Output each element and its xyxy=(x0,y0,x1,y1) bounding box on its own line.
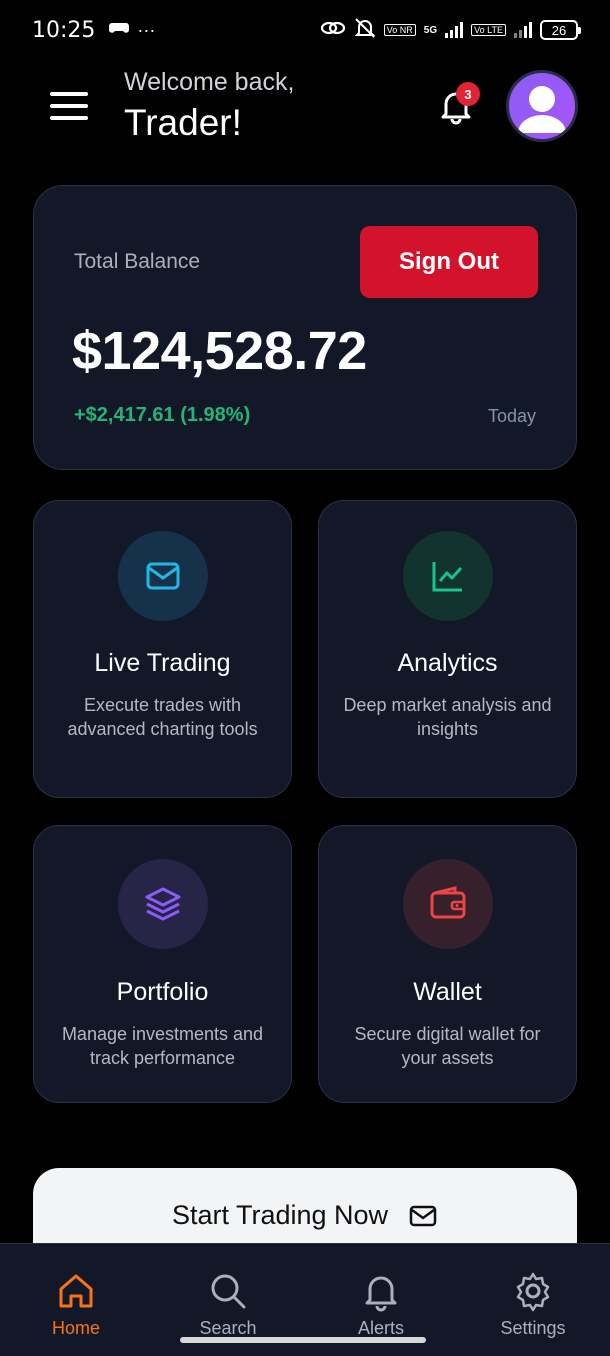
search-icon xyxy=(211,1274,246,1309)
menu-button[interactable] xyxy=(50,92,88,120)
status-time: 10:25 xyxy=(32,17,96,43)
wallet-icon xyxy=(403,859,493,949)
feature-card-analytics[interactable]: Analytics Deep market analysis and insig… xyxy=(318,500,577,798)
volte-tag: Vo NR xyxy=(383,24,416,36)
home-indicator[interactable] xyxy=(180,1337,426,1343)
avatar[interactable] xyxy=(506,70,578,142)
gear-icon xyxy=(516,1272,550,1312)
notification-badge: 3 xyxy=(456,82,480,106)
nav-label: Settings xyxy=(500,1318,566,1338)
balance-card: Total Balance Sign Out $124,528.72 +$2,4… xyxy=(33,185,577,470)
home-icon xyxy=(59,1274,93,1308)
feature-title: Live Trading xyxy=(94,649,231,677)
nav-label: Home xyxy=(51,1318,100,1338)
feature-title: Analytics xyxy=(397,649,498,677)
feature-desc: Deep market analysis and insights xyxy=(343,695,552,739)
signal-bars-icon xyxy=(445,22,464,38)
gamepad-icon xyxy=(109,20,130,41)
nav-settings[interactable]: Settings xyxy=(473,1270,593,1339)
bell-off-icon xyxy=(354,17,376,44)
link-icon xyxy=(320,19,346,42)
feature-title: Wallet xyxy=(413,978,482,1006)
mail-icon xyxy=(118,531,208,621)
more-dots: ··· xyxy=(137,19,156,40)
feature-card-portfolio[interactable]: Portfolio Manage investments and track p… xyxy=(33,825,292,1103)
mail-icon xyxy=(409,1205,437,1226)
user-name: Trader! xyxy=(124,102,242,143)
nav-search[interactable]: Search xyxy=(168,1270,288,1339)
nav-label: Search xyxy=(199,1318,257,1338)
feature-desc: Manage investments and track performance xyxy=(61,1024,264,1068)
feature-title: Portfolio xyxy=(116,978,209,1006)
welcome-text: Welcome back, xyxy=(124,68,295,96)
chart-line-icon xyxy=(403,531,493,621)
balance-change: +$2,417.61 (1.98%) xyxy=(74,404,251,426)
feature-desc: Execute trades with advanced charting to… xyxy=(67,695,258,739)
balance-label: Total Balance xyxy=(74,250,201,273)
nav-home[interactable]: Home xyxy=(16,1270,136,1339)
sign-out-button[interactable]: Sign Out xyxy=(360,226,538,298)
nav-alerts[interactable]: Alerts xyxy=(321,1270,441,1339)
battery-icon: 26 xyxy=(540,20,581,40)
network-5g: 5G xyxy=(423,24,438,36)
status-bar: 10:25 ··· Vo NR 5G Vo LTE 26 xyxy=(0,0,610,60)
start-trading-label: Start Trading Now xyxy=(171,1200,389,1230)
balance-amount: $124,528.72 xyxy=(72,321,367,381)
user-icon xyxy=(518,86,566,133)
feature-desc: Secure digital wallet for your assets xyxy=(354,1024,541,1068)
layers-icon xyxy=(118,859,208,949)
nav-label: Alerts xyxy=(357,1318,404,1338)
balance-period: Today xyxy=(487,406,536,426)
signal-bars-icon-2 xyxy=(514,22,532,38)
feature-card-live-trading[interactable]: Live Trading Execute trades with advance… xyxy=(33,500,292,798)
feature-card-wallet[interactable]: Wallet Secure digital wallet for your as… xyxy=(318,825,577,1103)
bell-icon xyxy=(365,1276,397,1312)
volte-tag-2: Vo LTE xyxy=(471,24,506,36)
